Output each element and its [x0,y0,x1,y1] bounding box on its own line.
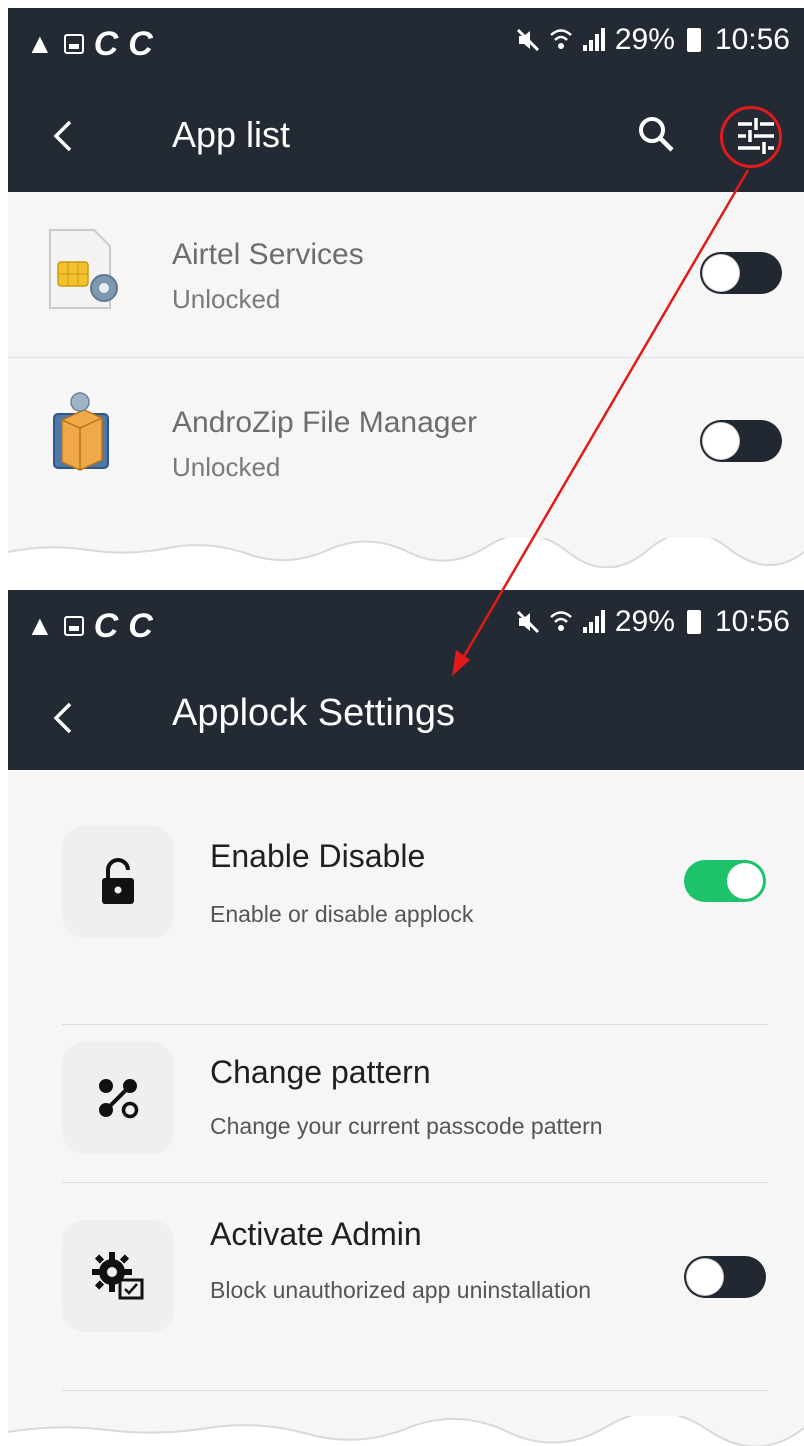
pattern-icon [99,1079,139,1119]
app-name: Airtel Services [172,238,364,271]
applock-settings-screen: ▲ C C 29% 10:56 Applock Settings Enable … [8,590,804,1446]
app-lock-status: Unlocked [172,284,281,314]
app-bar: App list [8,80,804,192]
warning-icon: ▲ [26,28,54,59]
torn-edge [8,538,804,568]
battery-percent: 29% [614,23,675,56]
clock: 10:56 [714,23,790,56]
admin-gear-icon [92,1252,144,1300]
status-system: 29% 10:56 [515,604,790,640]
warning-icon: ▲ [26,610,54,641]
mute-icon [516,610,539,634]
setting-change-pattern[interactable]: Change pattern Change your current passc… [8,1010,804,1210]
setting-description: Change your current passcode pattern [210,1113,603,1139]
clock: 10:56 [714,605,790,638]
setting-description: Enable or disable applock [210,901,474,927]
status-system: 29% 10:56 [515,22,790,58]
signal-icon [582,610,605,633]
back-arrow-icon[interactable] [44,116,84,156]
status-notifications: ▲ C C [26,26,153,62]
status-bar: ▲ C C 29% 10:56 [8,8,804,80]
page-title: App list [172,114,291,155]
list-item[interactable]: AndroZip File Manager Unlocked [8,360,804,520]
lock-toggle[interactable] [700,420,782,462]
lock-icon [102,858,134,904]
divider [62,1182,768,1183]
app-list-screen: ▲ C C 29% 10:56 App list Airtel Services… [8,8,804,568]
setting-icon-tile [62,1220,174,1332]
status-bar: ▲ C C 29% 10:56 [8,590,804,662]
image-notification-icon [63,616,84,636]
divider [8,357,804,358]
battery-icon [686,28,701,52]
c-notification-icon: C [128,607,153,645]
setting-activate-admin[interactable]: Activate Admin Block unauthorized app un… [8,1194,804,1394]
setting-icon-tile [62,826,174,938]
setting-title: Change pattern [210,1054,431,1090]
mute-icon [516,28,539,52]
signal-icon [582,28,605,51]
enable-applock-toggle[interactable] [684,860,766,902]
back-arrow-icon[interactable] [44,698,84,738]
setting-title: Enable Disable [210,838,426,874]
battery-percent: 29% [614,605,675,638]
package-box-icon [53,392,109,471]
torn-edge [8,1416,804,1446]
activate-admin-toggle[interactable] [684,1256,766,1298]
sim-card-gear-icon [49,229,118,309]
annotation-highlight-circle [720,106,782,168]
c-notification-icon: C [93,25,119,63]
setting-icon-tile [62,1042,174,1154]
setting-enable-disable[interactable]: Enable Disable Enable or disable applock [8,808,804,1008]
image-notification-icon [63,34,84,54]
page-title: Applock Settings [172,692,456,734]
search-icon[interactable] [636,114,676,154]
app-bar: Applock Settings [8,662,804,770]
divider [62,1390,768,1391]
wifi-icon [550,611,572,631]
app-name: AndroZip File Manager [172,406,478,439]
wifi-icon [550,29,572,49]
battery-icon [686,610,701,634]
setting-description: Block unauthorized app uninstallation [210,1277,592,1303]
lock-toggle[interactable] [700,252,782,294]
c-notification-icon: C [128,25,153,63]
setting-title: Activate Admin [210,1216,422,1252]
c-notification-icon: C [93,607,119,645]
app-lock-status: Unlocked [172,452,281,482]
status-notifications: ▲ C C [26,608,153,644]
list-item[interactable]: Airtel Services Unlocked [8,192,804,352]
